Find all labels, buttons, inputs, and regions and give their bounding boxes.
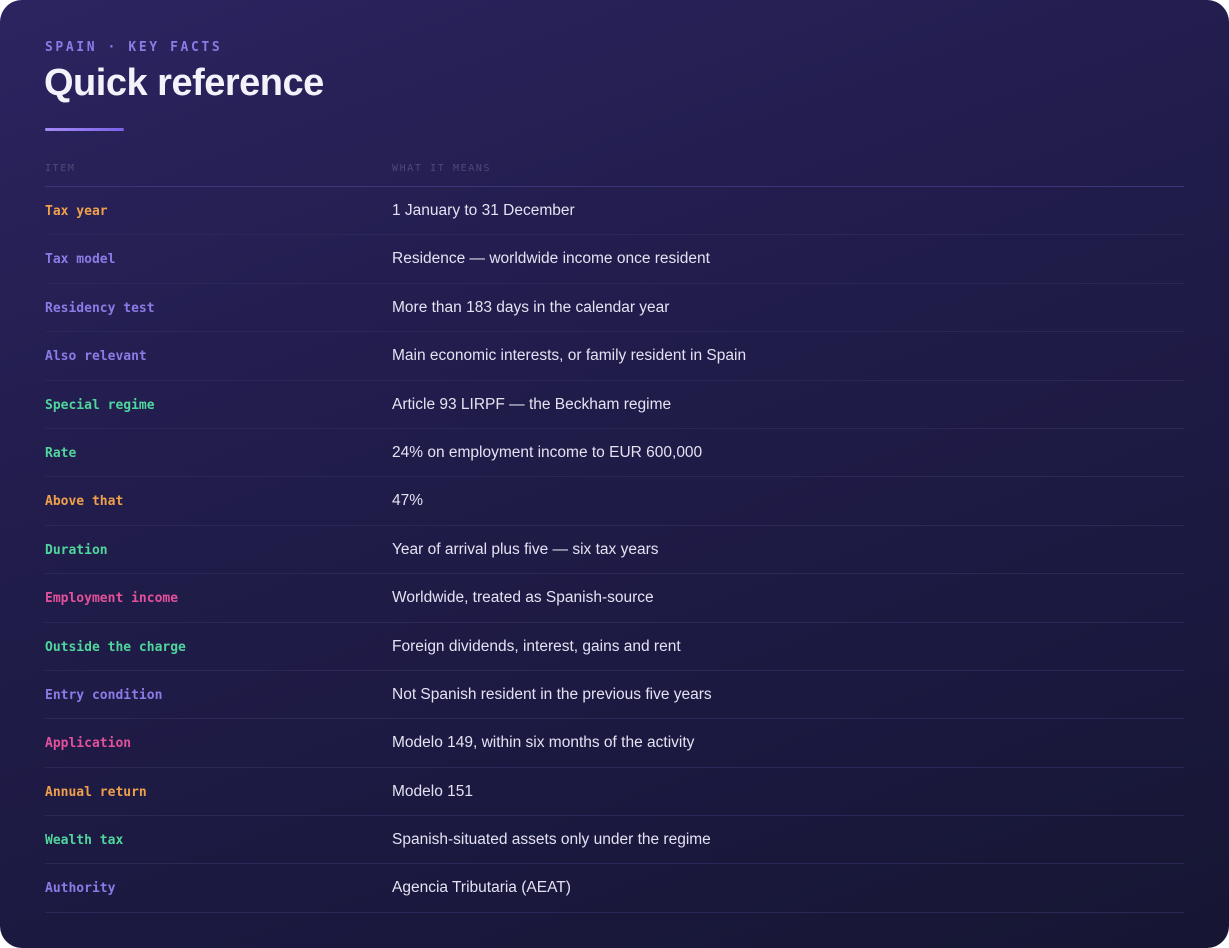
eyebrow-label: SPAIN · KEY FACTS (45, 40, 223, 55)
row-value: 1 January to 31 December (392, 202, 575, 219)
row-value: More than 183 days in the calendar year (392, 298, 670, 316)
row-label: Above that (45, 494, 124, 510)
row-value: Agencia Tributaria (AEAT) (392, 879, 571, 897)
table-row: Special regime Article 93 LIRPF — the Bec… (45, 381, 1184, 429)
row-label: Rate (45, 445, 77, 461)
table-row: Authority Agencia Tributaria (AEAT) (45, 864, 1184, 913)
row-label: Entry condition (45, 687, 163, 703)
row-label: Residency test (45, 300, 155, 316)
table-row: Above that 47% (45, 477, 1184, 526)
row-value: Article 93 LIRPF — the Beckham regime (392, 395, 672, 413)
table-row: Also relevant Main economic interests, or… (45, 332, 1184, 381)
row-value: Not Spanish resident in the previous fiv… (392, 685, 712, 703)
row-label: Annual return (45, 784, 147, 800)
table-row: Tax year 1 January to 31 December (45, 187, 1184, 236)
row-label: Special regime (45, 397, 155, 413)
column-header-item: ITEM (45, 163, 76, 174)
title-accent-bar (45, 128, 124, 131)
row-value: Modelo 151 (392, 782, 474, 800)
row-label: Outside the charge (45, 639, 186, 655)
table-row: Residency test More than 183 days in the … (45, 284, 1184, 333)
row-value: 47% (392, 492, 424, 510)
row-value: Residence — worldwide income once reside… (392, 250, 710, 268)
row-label: Employment income (45, 591, 179, 607)
row-value: Spanish-situated assets only under the r… (392, 831, 711, 849)
column-header-meaning: WHAT IT MEANS (392, 163, 492, 174)
quick-reference-card: SPAIN · KEY FACTS Quick reference ITEM W… (0, 0, 1229, 948)
table-row: Wealth tax Spanish-situated assets only u… (45, 816, 1184, 865)
row-value: Foreign dividends, interest, gains and r… (392, 637, 681, 655)
table-row: Entry condition Not Spanish resident in t… (45, 671, 1184, 720)
row-value: Main economic interests, or family resid… (392, 347, 747, 365)
row-label: Tax model (45, 252, 116, 268)
row-label: Duration (45, 542, 108, 558)
table-row: Outside the charge Foreign dividends, int… (45, 623, 1184, 671)
table-row: Tax model Residence — worldwide income on… (45, 235, 1184, 284)
page-title: Quick reference (44, 62, 324, 104)
row-label: Tax year (45, 204, 108, 219)
row-value: 24% on employment income to EUR 600,000 (392, 443, 703, 461)
table-row: Application Modelo 149, within six months… (45, 719, 1184, 768)
row-label: Authority (45, 881, 116, 897)
row-value: Worldwide, treated as Spanish-source (392, 589, 654, 607)
row-label: Wealth tax (45, 833, 124, 849)
table-row: Annual return Modelo 151 (45, 768, 1184, 817)
facts-table: Tax year 1 January to 31 December Tax mode… (45, 187, 1184, 913)
row-label: Also relevant (45, 349, 147, 365)
row-value: Year of arrival plus five — six tax year… (392, 540, 659, 558)
table-row: Duration Year of arrival plus five — six … (45, 526, 1184, 575)
table-row: Rate 24% on employment income to EUR 600,… (45, 429, 1184, 478)
row-label: Application (45, 736, 132, 752)
table-row: Employment income Worldwide, treated as S… (45, 574, 1184, 623)
row-value: Modelo 149, within six months of the act… (392, 734, 695, 752)
